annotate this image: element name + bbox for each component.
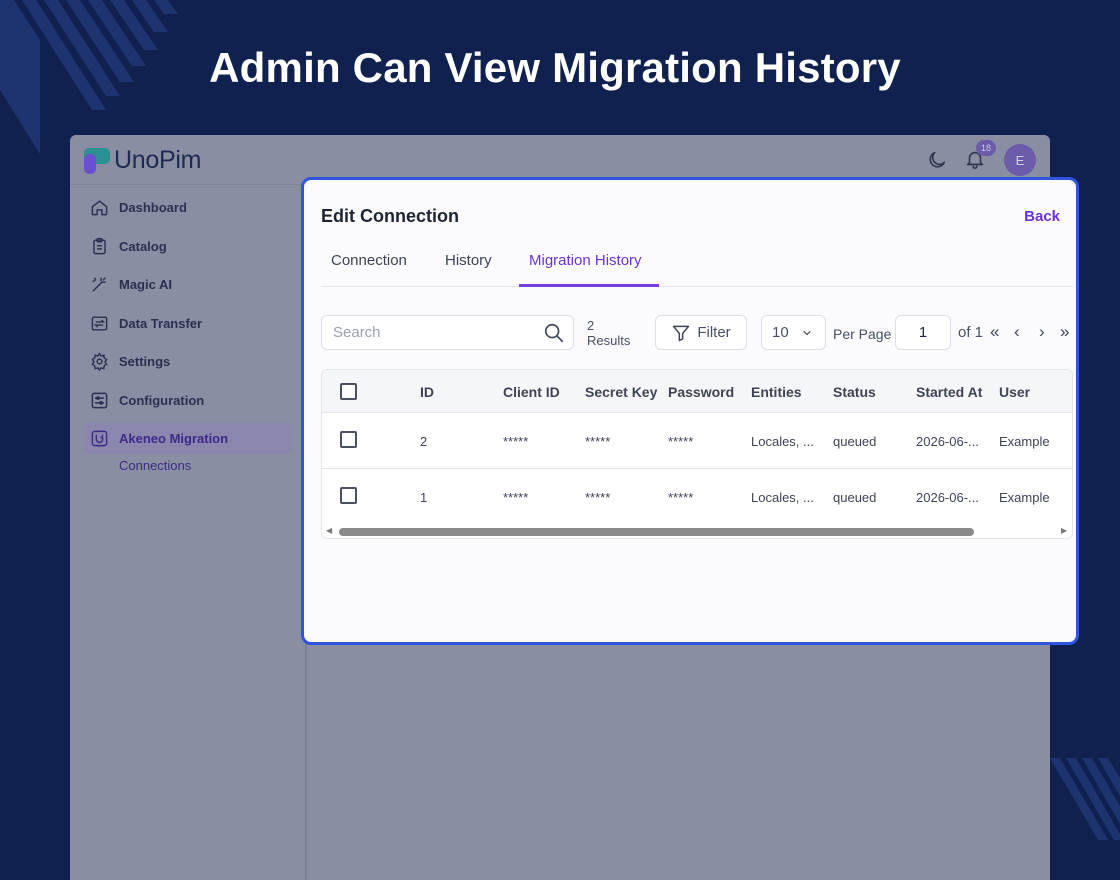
per-page-select[interactable]: 10 <box>761 315 826 350</box>
column-header-id[interactable]: ID <box>420 384 434 400</box>
home-icon <box>91 200 108 216</box>
search-icon[interactable] <box>543 322 565 344</box>
logo-text: UnoPim <box>114 146 202 174</box>
cell-started-at: 2026-06-... <box>916 490 979 505</box>
row-checkbox[interactable] <box>340 431 357 448</box>
previous-page-icon[interactable]: ‹ <box>1014 323 1020 341</box>
sidebar-item-label: Settings <box>119 354 171 369</box>
scroll-left-icon[interactable]: ◀ <box>326 526 332 535</box>
top-right-controls: 18 E <box>926 140 1036 176</box>
cell-entities: Locales, ... <box>751 490 814 505</box>
sliders-icon <box>91 392 108 409</box>
next-page-icon[interactable]: › <box>1039 323 1045 341</box>
horizontal-scrollbar[interactable]: ◀ ▶ <box>322 524 1072 538</box>
cell-secret-key: ***** <box>585 490 611 505</box>
scroll-right-icon[interactable]: ▶ <box>1061 526 1067 535</box>
chevron-down-icon <box>803 330 811 335</box>
user-avatar[interactable]: E <box>1004 144 1036 176</box>
column-header-client-id[interactable]: Client ID <box>503 384 560 400</box>
column-header-password[interactable]: Password <box>668 384 734 400</box>
moon-icon[interactable] <box>926 149 948 171</box>
filter-icon <box>673 325 690 341</box>
table-header: ID Client ID Secret Key Password Entitie… <box>322 370 1072 413</box>
tab-migration-history[interactable]: Migration History <box>529 252 642 269</box>
gear-icon <box>91 352 108 371</box>
table-row: 2 ***** ***** ***** Locales, ... queued … <box>322 413 1072 469</box>
column-header-entities[interactable]: Entities <box>751 384 802 400</box>
decorative-stripes-bottom-right <box>1048 758 1120 840</box>
tab-history[interactable]: History <box>445 252 492 269</box>
results-count: 2 Results <box>587 318 630 348</box>
clipboard-icon <box>93 237 106 255</box>
panel-title: Edit Connection <box>321 206 459 226</box>
transfer-icon <box>91 316 108 331</box>
cell-user: Example <box>999 490 1050 505</box>
scrollbar-thumb[interactable] <box>339 528 974 536</box>
cell-entities: Locales, ... <box>751 434 814 449</box>
sidebar-item-akeneo-migration[interactable]: Akeneo Migration <box>84 423 292 454</box>
sidebar-item-label: Catalog <box>119 239 167 254</box>
results-label: Results <box>587 333 631 348</box>
results-number: 2 <box>587 318 595 333</box>
cell-client-id: ***** <box>503 490 529 505</box>
sidebar: Dashboard Catalog Magic AI Data Transfer… <box>70 186 307 880</box>
back-button[interactable]: Back <box>1024 208 1060 225</box>
sidebar-item-label: Dashboard <box>119 200 187 215</box>
cell-user: Example <box>999 434 1050 449</box>
cell-password: ***** <box>668 490 694 505</box>
table-row: 1 ***** ***** ***** Locales, ... queued … <box>322 469 1072 525</box>
search-box <box>321 315 574 350</box>
cell-id: 2 <box>420 434 428 449</box>
sidebar-item-dashboard[interactable]: Dashboard <box>84 192 292 223</box>
magic-wand-icon <box>92 277 106 292</box>
migration-icon <box>91 430 108 447</box>
filter-button[interactable]: Filter <box>655 315 747 350</box>
logo: UnoPim <box>84 146 201 175</box>
migration-history-table: ID Client ID Secret Key Password Entitie… <box>321 369 1073 539</box>
cell-secret-key: ***** <box>585 434 611 449</box>
sidebar-item-label: Akeneo Migration <box>119 431 229 446</box>
tab-bar: Connection History Migration History <box>321 240 1073 287</box>
select-all-checkbox[interactable] <box>340 383 357 400</box>
cell-client-id: ***** <box>503 434 529 449</box>
sidebar-item-label: Magic AI <box>119 277 172 292</box>
sidebar-subitem-connections[interactable]: Connections <box>119 458 191 473</box>
page-total: of 1 <box>958 324 984 341</box>
row-checkbox[interactable] <box>340 487 357 504</box>
sidebar-item-data-transfer[interactable]: Data Transfer <box>84 308 292 339</box>
column-header-status[interactable]: Status <box>833 384 876 400</box>
per-page-label: Per Page <box>833 326 892 342</box>
sidebar-item-catalog[interactable]: Catalog <box>84 231 292 262</box>
page-number-input[interactable] <box>895 315 951 350</box>
page-headline: Admin Can View Migration History <box>209 44 901 91</box>
sidebar-item-label: Configuration <box>119 393 205 408</box>
sidebar-item-magic-ai[interactable]: Magic AI <box>84 269 292 300</box>
search-input[interactable] <box>322 316 532 349</box>
first-page-icon[interactable]: « <box>990 323 999 341</box>
sidebar-item-configuration[interactable]: Configuration <box>84 385 292 416</box>
column-header-started-at[interactable]: Started At <box>916 384 982 400</box>
column-header-user[interactable]: User <box>999 384 1030 400</box>
notification-count-badge: 18 <box>976 140 996 156</box>
cell-status: queued <box>833 434 877 449</box>
notifications-button[interactable]: 18 <box>964 140 996 172</box>
sidebar-item-settings[interactable]: Settings <box>84 346 292 377</box>
sidebar-item-label: Data Transfer <box>119 316 203 331</box>
column-header-secret-key[interactable]: Secret Key <box>585 384 657 400</box>
edit-connection-panel: Edit Connection Back Connection History … <box>301 177 1079 645</box>
unopim-logo-icon <box>84 147 110 174</box>
active-tab-indicator <box>519 284 659 287</box>
cell-status: queued <box>833 490 877 505</box>
per-page-value: 10 <box>772 324 789 341</box>
filter-label: Filter <box>697 324 731 341</box>
cell-id: 1 <box>420 490 428 505</box>
cell-password: ***** <box>668 434 694 449</box>
cell-started-at: 2026-06-... <box>916 434 979 449</box>
last-page-icon[interactable]: » <box>1060 323 1069 341</box>
tab-connection[interactable]: Connection <box>331 252 407 269</box>
